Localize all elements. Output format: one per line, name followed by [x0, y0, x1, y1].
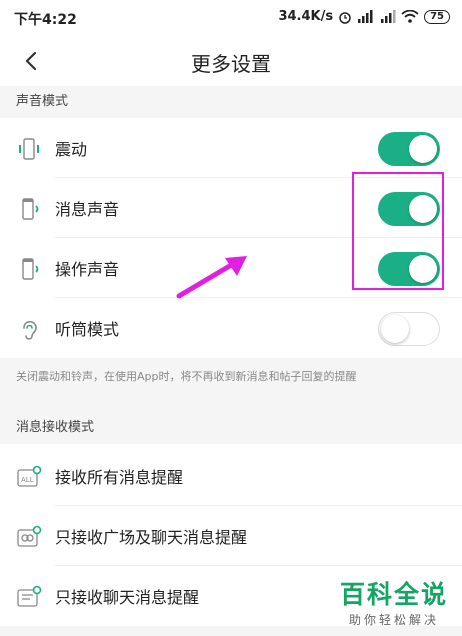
sound-mode-hint: 关闭震动和铃声，在使用App时，将不再收到新消息和帖子回复的提醒: [0, 358, 462, 396]
status-bar: 下午4:22 34.4K/s 75: [0, 0, 462, 36]
receive-option-label: 只接收广场及聊天消息提醒: [55, 528, 248, 547]
chat-only-icon: [17, 585, 42, 607]
setting-label-earpiece-mode: 听筒模式: [55, 320, 120, 339]
vibrate-toggle[interactable]: [378, 132, 440, 166]
status-time: 下午4:22: [14, 12, 77, 28]
toggle-knob: [409, 135, 437, 163]
setting-label-message-sound: 消息声音: [55, 200, 120, 219]
setting-label-operation-sound: 操作声音: [55, 260, 120, 279]
receive-option-label: 只接收聊天消息提醒: [55, 588, 200, 607]
earpiece-mode-toggle[interactable]: [378, 312, 440, 346]
square-chat-icon: [17, 525, 42, 547]
watermark-title: 百科全说: [340, 580, 449, 609]
annotation-arrow-icon: [176, 256, 247, 299]
network-speed: 34.4K/s: [278, 9, 334, 24]
toggle-knob: [381, 315, 409, 343]
ear-icon: [23, 320, 37, 340]
battery-icon: 75: [424, 9, 450, 24]
section-spacer: [0, 396, 462, 412]
phone-sound-icon: [22, 258, 39, 280]
wifi-icon: [401, 10, 419, 23]
section-header-receive-mode: 消息接收模式: [0, 412, 462, 444]
receive-option-all[interactable]: ALL 接收所有消息提醒: [0, 446, 462, 506]
setting-row-vibrate: 震动: [0, 118, 462, 178]
setting-row-earpiece-mode: 听筒模式: [0, 298, 462, 358]
alarm-icon: [339, 11, 351, 24]
signal-icon: [381, 10, 396, 23]
annotation-highlight-box: [352, 172, 444, 290]
vibrate-icon: [19, 138, 39, 160]
nav-bar: 更多设置: [0, 36, 462, 86]
page-title: 更多设置: [191, 52, 271, 76]
signal-icon: [358, 10, 373, 23]
section-header-sound-mode: 声音模式: [0, 86, 462, 118]
svg-text:ALL: ALL: [21, 476, 34, 484]
status-indicators: 34.4K/s 75: [278, 9, 450, 24]
receive-option-square-chat[interactable]: 只接收广场及聊天消息提醒: [0, 506, 462, 566]
watermark-subtitle: 助你轻松解决: [349, 613, 440, 627]
setting-label-vibrate: 震动: [55, 140, 88, 159]
phone-sound-icon: [22, 198, 39, 220]
watermark-logo: 百科全说 助你轻松解决: [340, 575, 448, 628]
receive-option-label: 接收所有消息提醒: [55, 468, 184, 487]
all-messages-icon: ALL: [17, 465, 42, 487]
